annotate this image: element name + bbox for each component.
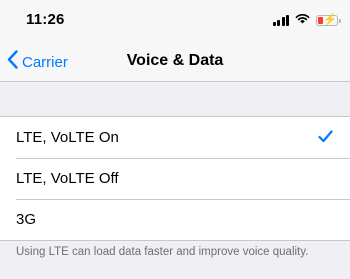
option-lte-volte-off[interactable]: LTE, VoLTE Off <box>0 158 350 199</box>
wifi-icon <box>295 11 310 29</box>
status-time: 11:26 <box>26 11 65 28</box>
battery-charging-icon: ⚡ <box>316 14 341 26</box>
cellular-signal-icon <box>272 14 289 26</box>
footer-note: Using LTE can load data faster and impro… <box>16 246 309 258</box>
option-lte-volte-on[interactable]: LTE, VoLTE On <box>0 117 350 158</box>
status-icons: ⚡ <box>272 11 341 29</box>
status-bar: 11:26 ⚡ <box>0 0 350 42</box>
option-label: LTE, VoLTE On <box>16 129 119 146</box>
option-label: LTE, VoLTE Off <box>16 170 119 187</box>
navigation-bar: Carrier Voice & Data <box>0 42 350 82</box>
option-label: 3G <box>16 211 37 228</box>
option-3g[interactable]: 3G <box>0 199 350 240</box>
page-title: Voice & Data <box>126 52 224 69</box>
voice-data-options: LTE, VoLTE On LTE, VoLTE Off 3G <box>0 116 350 241</box>
checkmark-icon <box>318 130 333 147</box>
